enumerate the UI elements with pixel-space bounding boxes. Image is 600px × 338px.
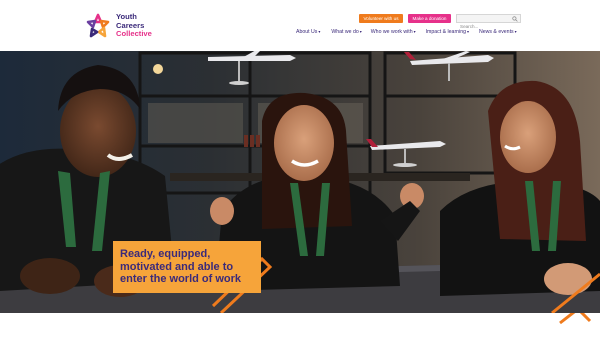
nav-label: What we do (331, 29, 359, 35)
main-nav: About Us▾ What we do▾ Who we work with▾ … (296, 29, 517, 35)
nav-label: About Us (296, 29, 318, 35)
utility-bar: Volunteer with us Make a donation (359, 14, 521, 30)
hero-tagline: Ready, equipped, motivated and able to e… (120, 248, 242, 286)
nav-label: Impact & learning (425, 29, 466, 35)
chevron-down-icon: ▾ (413, 29, 416, 34)
chevron-down-icon: ▾ (514, 29, 517, 34)
orange-accent-icon (559, 307, 592, 325)
content-below-hero (0, 307, 600, 338)
hero-tagline-card: Ready, equipped, motivated and able to e… (113, 241, 261, 293)
site-header: Youth Careers Collective Volunteer with … (0, 0, 600, 51)
donate-button[interactable]: Make a donation (408, 14, 451, 23)
site-logo[interactable]: Youth Careers Collective (84, 12, 152, 40)
nav-item-impact-learning[interactable]: Impact & learning▾ (426, 29, 469, 35)
nav-item-news-events[interactable]: News & events▾ (479, 29, 517, 35)
volunteer-button[interactable]: Volunteer with us (359, 14, 403, 23)
hero-banner (0, 51, 600, 313)
search-icon[interactable] (512, 16, 518, 22)
hero-photo (0, 51, 600, 313)
nav-item-who-we-work-with[interactable]: Who we work with▾ (371, 29, 416, 35)
nav-item-about[interactable]: About Us▾ (296, 29, 320, 35)
nav-label: Who we work with (370, 29, 413, 35)
search-box (456, 14, 521, 30)
chevron-down-icon: ▾ (359, 29, 362, 34)
logo-wordmark: Youth Careers Collective (116, 12, 152, 39)
chevron-down-icon: ▾ (318, 29, 321, 34)
logo-line-3: Collective (116, 29, 152, 39)
chevron-down-icon: ▾ (466, 29, 469, 34)
nav-label: News & events (479, 29, 514, 35)
nav-item-what-we-do[interactable]: What we do▾ (331, 29, 361, 35)
logo-star-icon (86, 13, 110, 38)
